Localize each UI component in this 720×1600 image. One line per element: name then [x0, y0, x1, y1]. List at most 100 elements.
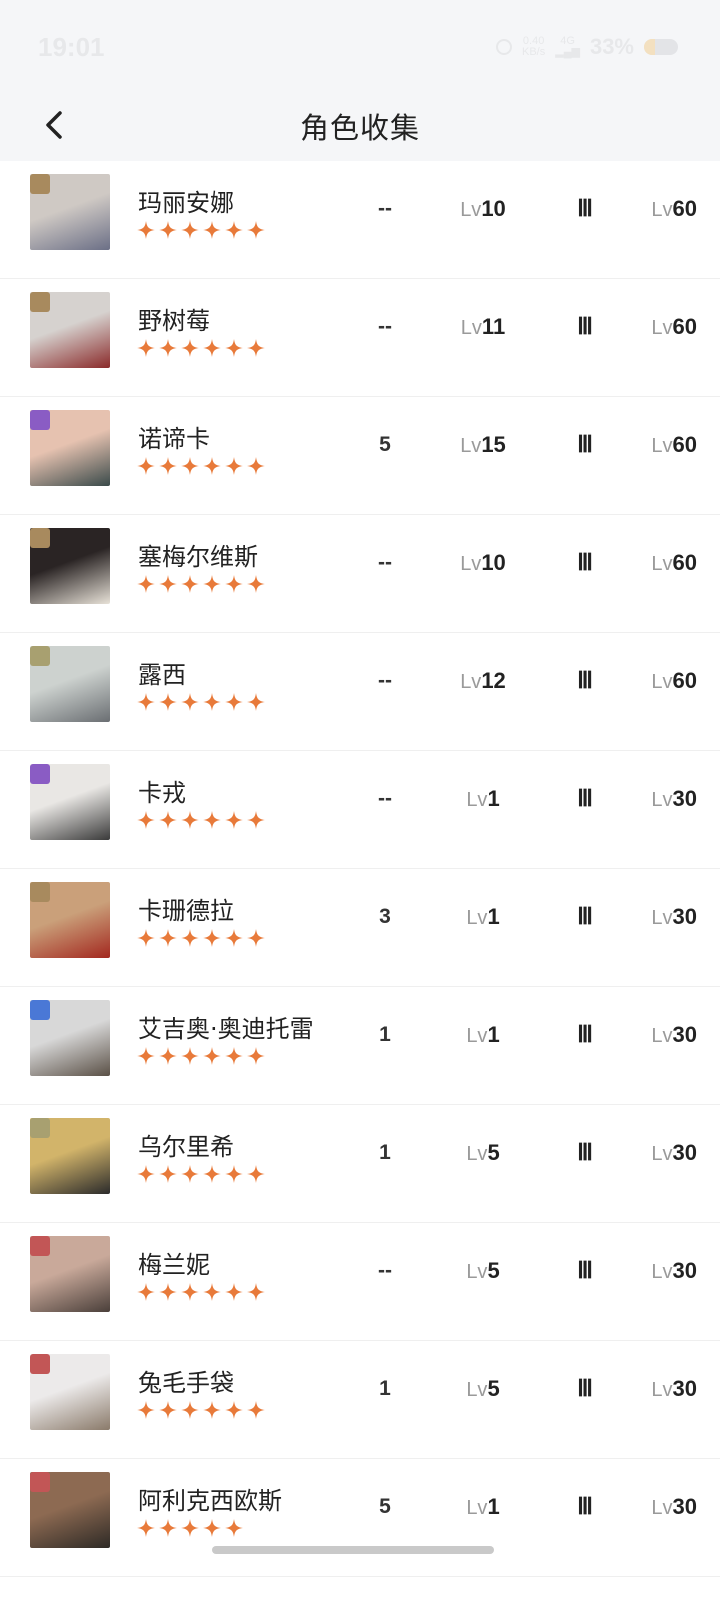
character-row[interactable]: 乌尔里希 1 Lv5 Ⅲ Lv30: [0, 1105, 720, 1223]
character-name: 诺谛卡: [138, 425, 210, 453]
star-icon: [247, 1401, 265, 1419]
character-max-level: Lv30: [612, 1022, 697, 1048]
element-red-icon: [30, 1354, 50, 1374]
max-level-value: 60: [672, 432, 697, 457]
element-olive-icon: [30, 646, 50, 666]
star-icon: [159, 457, 177, 475]
star-icon: [137, 339, 155, 357]
character-row[interactable]: 诺谛卡 5 Lv15 Ⅲ Lv60: [0, 397, 720, 515]
max-level-value: 30: [672, 1494, 697, 1519]
level-value: 10: [481, 196, 506, 221]
element-tan-icon: [30, 528, 50, 548]
level-prefix: Lv: [460, 553, 482, 575]
character-level: Lv5: [433, 1258, 533, 1284]
character-portrait: [30, 410, 110, 486]
max-level-prefix: Lv: [651, 1497, 673, 1519]
character-stat: --: [378, 315, 392, 338]
star-icon: [247, 1047, 265, 1065]
element-red-icon: [30, 1236, 50, 1256]
max-level-prefix: Lv: [651, 1379, 673, 1401]
level-value: 10: [481, 550, 506, 575]
level-prefix: Lv: [466, 1379, 488, 1401]
character-stat: 3: [379, 905, 391, 928]
star-rating: [137, 1047, 265, 1069]
level-prefix: Lv: [460, 671, 482, 693]
level-prefix: Lv: [460, 317, 482, 339]
character-level: Lv1: [433, 1494, 533, 1520]
level-prefix: Lv: [466, 1261, 488, 1283]
character-max-level: Lv60: [612, 668, 697, 694]
level-value: 15: [481, 432, 506, 457]
star-icon: [203, 1283, 221, 1301]
star-icon: [225, 1401, 243, 1419]
star-icon: [225, 1519, 243, 1537]
character-row[interactable]: 玛丽安娜 -- Lv10 Ⅲ Lv60: [0, 161, 720, 279]
star-icon: [203, 1165, 221, 1183]
star-icon: [137, 575, 155, 593]
character-portrait: [30, 1118, 110, 1194]
max-level-prefix: Lv: [651, 789, 673, 811]
star-icon: [137, 1401, 155, 1419]
character-portrait: [30, 646, 110, 722]
star-icon: [247, 1283, 265, 1301]
character-row[interactable]: 艾吉奥·奥迪托雷 1 Lv1 Ⅲ Lv30: [0, 987, 720, 1105]
character-max-level: Lv60: [612, 196, 697, 222]
level-value: 5: [487, 1258, 500, 1283]
star-icon: [181, 1047, 199, 1065]
level-value: 12: [481, 668, 506, 693]
level-prefix: Lv: [466, 907, 488, 929]
star-icon: [137, 929, 155, 947]
character-name: 玛丽安娜: [138, 189, 234, 217]
star-icon: [159, 811, 177, 829]
character-portrait: [30, 528, 110, 604]
character-level: Lv5: [433, 1140, 533, 1166]
star-icon: [247, 339, 265, 357]
star-icon: [247, 693, 265, 711]
character-stat: --: [378, 551, 392, 574]
max-level-prefix: Lv: [651, 907, 673, 929]
battery-fill: [644, 39, 656, 55]
level-value: 5: [487, 1376, 500, 1401]
star-icon: [225, 339, 243, 357]
character-max-level: Lv30: [612, 1140, 697, 1166]
character-row[interactable]: 阿利克西欧斯 5 Lv1 Ⅲ Lv30: [0, 1459, 720, 1577]
character-tier: Ⅲ: [577, 432, 593, 457]
element-purple-icon: [30, 410, 50, 430]
level-value: 11: [481, 314, 506, 339]
character-stat: 1: [379, 1023, 391, 1046]
star-icon: [203, 1401, 221, 1419]
star-icon: [225, 575, 243, 593]
star-rating: [137, 457, 265, 479]
star-icon: [181, 457, 199, 475]
character-stat: 1: [379, 1141, 391, 1164]
character-row[interactable]: 塞梅尔维斯 -- Lv10 Ⅲ Lv60: [0, 515, 720, 633]
star-icon: [203, 929, 221, 947]
character-portrait: [30, 292, 110, 368]
character-portrait: [30, 174, 110, 250]
character-stat: 5: [379, 433, 391, 456]
star-icon: [159, 1165, 177, 1183]
app-header: 角色收集: [0, 95, 720, 161]
status-icons: 0.40 KB/s 4G ▂▄▆ 33%: [496, 34, 678, 60]
character-row[interactable]: 梅兰妮 -- Lv5 Ⅲ Lv30: [0, 1223, 720, 1341]
character-row[interactable]: 野树莓 -- Lv11 Ⅲ Lv60: [0, 279, 720, 397]
character-name: 露西: [138, 661, 186, 689]
element-tan-icon: [30, 292, 50, 312]
character-row[interactable]: 卡珊德拉 3 Lv1 Ⅲ Lv30: [0, 869, 720, 987]
star-icon: [203, 693, 221, 711]
character-row[interactable]: 兔毛手袋 1 Lv5 Ⅲ Lv30: [0, 1341, 720, 1459]
level-prefix: Lv: [466, 1143, 488, 1165]
star-icon: [247, 929, 265, 947]
star-icon: [225, 457, 243, 475]
star-icon: [159, 1401, 177, 1419]
home-indicator[interactable]: [212, 1546, 494, 1554]
max-level-value: 30: [672, 1258, 697, 1283]
star-icon: [203, 339, 221, 357]
character-row[interactable]: 卡戎 -- Lv1 Ⅲ Lv30: [0, 751, 720, 869]
character-max-level: Lv30: [612, 1376, 697, 1402]
character-row[interactable]: 露西 -- Lv12 Ⅲ Lv60: [0, 633, 720, 751]
star-icon: [137, 1283, 155, 1301]
level-value: 1: [487, 904, 500, 929]
character-level: Lv1: [433, 904, 533, 930]
character-max-level: Lv30: [612, 904, 697, 930]
